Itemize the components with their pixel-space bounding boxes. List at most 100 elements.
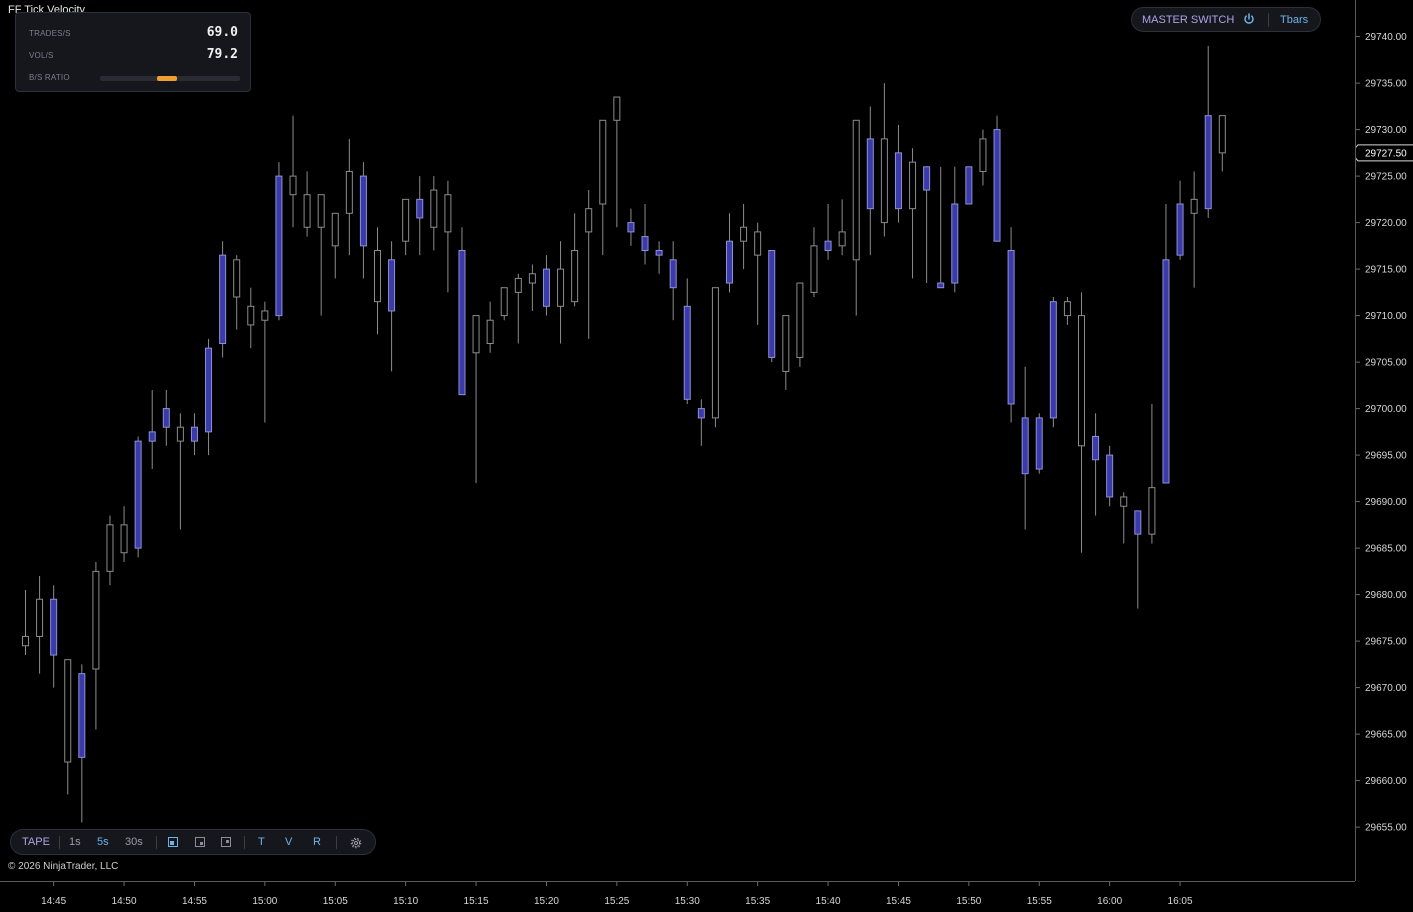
tape-button[interactable]: TAPE <box>22 836 50 848</box>
layout-single-icon[interactable] <box>168 837 178 847</box>
candle <box>233 255 241 330</box>
candle-body <box>923 166 931 191</box>
candlestick-chart[interactable] <box>0 0 1355 881</box>
candle-body <box>78 673 86 758</box>
price-tick-label: 29730.00 <box>1365 125 1407 136</box>
candle-body <box>697 408 705 419</box>
current-price-marker: 29727.50 <box>1356 144 1413 162</box>
candle-body <box>782 315 790 372</box>
candle-body <box>444 194 452 233</box>
candle-body <box>979 138 987 172</box>
candle-body <box>1148 487 1156 535</box>
candle-body <box>796 282 804 358</box>
candle <box>486 301 494 353</box>
buy-sell-ratio-row: B/S RATIO <box>29 69 240 89</box>
candle <box>1204 45 1212 218</box>
candle <box>1063 297 1071 325</box>
power-icon[interactable] <box>1242 12 1256 26</box>
candle-body <box>909 161 917 210</box>
time-tick-label: 15:50 <box>956 896 981 907</box>
candle <box>599 119 607 256</box>
candle <box>359 162 367 279</box>
candle <box>205 338 213 456</box>
candle-body <box>416 198 424 219</box>
candle <box>557 241 565 344</box>
candle <box>514 273 522 344</box>
candle <box>852 119 860 316</box>
master-switch-label[interactable]: MASTER SWITCH <box>1142 14 1234 26</box>
price-tick-label: 29690.00 <box>1365 497 1407 508</box>
candle <box>416 176 424 256</box>
candle <box>388 241 396 372</box>
toggle-v-button[interactable]: V <box>285 836 292 848</box>
candle <box>64 659 72 795</box>
candle <box>317 194 325 316</box>
candle <box>1134 510 1142 609</box>
candle <box>1176 180 1184 260</box>
candle-body <box>613 96 621 121</box>
buy-sell-ratio-label: B/S RATIO <box>29 73 70 82</box>
candle <box>402 198 410 256</box>
candle <box>542 255 550 316</box>
price-tick-label: 29660.00 <box>1365 776 1407 787</box>
buy-sell-ratio-track <box>100 76 240 81</box>
candle-body <box>374 250 381 303</box>
price-tick-label: 29725.00 <box>1365 172 1407 183</box>
price-tick-label: 29735.00 <box>1365 79 1407 90</box>
candle-body <box>50 598 58 656</box>
candle <box>331 212 339 279</box>
volume-per-second-label: VOL/S <box>29 51 54 60</box>
toolbar-divider <box>59 836 60 849</box>
candle <box>655 241 663 274</box>
candle-body <box>1007 250 1015 405</box>
candle-body <box>1218 115 1226 154</box>
candle <box>120 506 128 563</box>
candle-body <box>120 524 128 554</box>
time-tick-label: 15:15 <box>464 896 489 907</box>
price-tick-label: 29680.00 <box>1365 590 1407 601</box>
candle <box>1148 403 1156 544</box>
time-axis[interactable]: 14:45 14:50 14:55 15:00 15:05 15:10 15:15 15:20… <box>0 881 1355 912</box>
candle-body <box>1092 436 1100 461</box>
tbars-button[interactable]: Tbars <box>1280 14 1308 26</box>
candle <box>22 589 29 656</box>
candle-body <box>472 315 480 354</box>
candle-body <box>148 431 156 442</box>
candle-body <box>1078 315 1085 447</box>
candle-body <box>359 175 367 247</box>
interval-1s-button[interactable]: 1s <box>69 836 81 848</box>
gear-icon[interactable] <box>350 837 362 849</box>
toggle-t-button[interactable]: T <box>258 836 265 848</box>
candle <box>838 199 846 256</box>
candle <box>528 264 536 311</box>
candle-body <box>458 250 466 396</box>
price-tick-label: 29675.00 <box>1365 637 1407 648</box>
candle <box>669 241 677 321</box>
candle <box>726 213 733 293</box>
trades-per-second-row: TRADES/S 69.0 <box>29 25 238 45</box>
candle <box>1218 115 1226 172</box>
interval-5s-button[interactable]: 5s <box>97 836 109 848</box>
candle-body <box>852 119 860 261</box>
candle <box>444 180 452 293</box>
candle-body <box>500 287 508 317</box>
candle-body <box>557 268 565 307</box>
candle-body <box>289 175 297 196</box>
price-axis[interactable]: 29740.00 29735.00 29730.00 29725.00 29720.00… <box>1355 0 1413 881</box>
layout-split-icon[interactable] <box>195 837 205 847</box>
candle-body <box>176 426 184 442</box>
candle <box>374 227 381 335</box>
time-tick-label: 16:05 <box>1168 896 1193 907</box>
price-tick-label: 29715.00 <box>1365 265 1407 276</box>
price-tick-label: 29710.00 <box>1365 311 1407 322</box>
candle <box>1049 297 1057 428</box>
candle-body <box>1035 417 1043 470</box>
toolbar-divider <box>156 836 157 849</box>
interval-30s-button[interactable]: 30s <box>125 836 143 848</box>
candle-body <box>1204 115 1212 210</box>
layout-grid-icon[interactable] <box>221 837 231 847</box>
toggle-r-button[interactable]: R <box>313 836 321 848</box>
candle <box>1162 204 1170 484</box>
toolbar-divider <box>244 836 245 849</box>
master-switch[interactable]: MASTER SWITCH Tbars <box>1131 7 1321 32</box>
